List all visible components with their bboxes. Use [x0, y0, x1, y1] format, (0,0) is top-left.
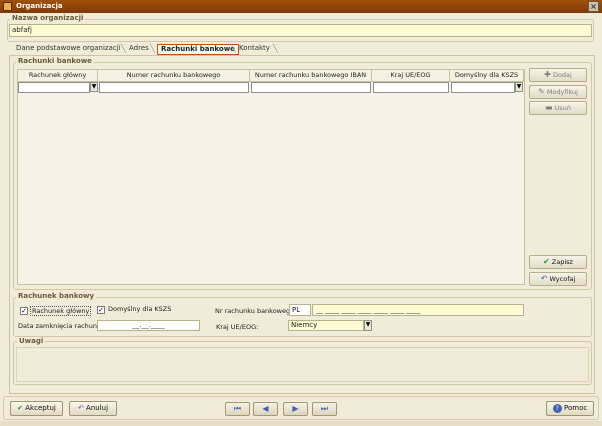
save-button[interactable]: ✔ Zapisz: [529, 255, 587, 269]
help-button[interactable]: ? Pomoc: [546, 401, 594, 416]
account-number-mask: __ ____ ____ ____ ____ ____ ____: [316, 306, 421, 314]
bank-accounts-group-title: Rachunki bankowe: [16, 57, 94, 65]
last-icon: ⏭: [320, 404, 329, 413]
modify-button[interactable]: ✎ Modyfikuj: [529, 85, 587, 99]
cell-account-number-editor[interactable]: [99, 82, 249, 93]
last-record-button[interactable]: ⏭: [312, 402, 337, 416]
pencil-icon: ✎: [538, 87, 545, 96]
chevron-down-icon[interactable]: ▼: [515, 82, 523, 92]
tab-basic-data[interactable]: Dane podstawowe organizacji: [16, 44, 121, 55]
column-header-account-number[interactable]: Numer rachunku bankowego: [98, 70, 250, 82]
bank-accounts-table[interactable]: [17, 69, 525, 285]
default-kszs-label[interactable]: Domyślny dla KSZS: [108, 305, 171, 313]
account-form-group: [13, 297, 592, 337]
cancel-button[interactable]: ↶ Anuluj: [69, 401, 117, 416]
tab-separator: ╲: [150, 44, 155, 53]
column-header-main-account[interactable]: Rachunek główny: [18, 70, 98, 82]
add-button-label: Dodaj: [552, 71, 572, 79]
undo-icon: ↶: [540, 274, 548, 283]
revert-button[interactable]: ↶ Wycofaj: [529, 272, 587, 286]
org-name-label: Nazwa organizacji: [10, 14, 86, 22]
tab-separator: ╲: [121, 44, 126, 53]
check-icon: ✔: [17, 404, 24, 412]
cell-default-kszs-editor[interactable]: [451, 82, 515, 93]
minus-icon: ▬: [544, 103, 553, 112]
app-icon: [3, 2, 12, 11]
tab-separator: ╲: [273, 44, 278, 53]
account-number-input[interactable]: __ ____ ____ ____ ____ ____ ____: [312, 304, 524, 316]
org-name-value: abfafj: [12, 26, 32, 34]
account-form-title: Rachunek bankowy: [16, 292, 97, 300]
previous-record-button[interactable]: ◀: [253, 402, 278, 416]
tab-address[interactable]: Adres: [129, 44, 149, 55]
close-date-label: Data zamknięcia rachunku:: [18, 322, 107, 330]
save-button-label: Zapisz: [551, 258, 573, 266]
plus-icon: ✚: [544, 70, 551, 79]
column-header-country[interactable]: Kraj UE/EOG: [372, 70, 450, 82]
country-label: Kraj UE/EOG:: [216, 323, 259, 331]
check-icon: ✔: [543, 257, 550, 266]
undo-icon: ↶: [77, 404, 84, 412]
help-icon: ?: [552, 404, 562, 413]
country-select[interactable]: Niemcy: [288, 320, 364, 331]
tab-bank-accounts[interactable]: Rachunki bankowe: [157, 44, 239, 55]
tab-contacts[interactable]: Kontakty: [239, 44, 270, 55]
first-icon: ⏮: [233, 404, 242, 413]
tab-separator: ╲: [231, 44, 236, 53]
revert-button-label: Wycofaj: [549, 275, 576, 283]
notes-title: Uwagi: [17, 337, 46, 345]
status-bar: [0, 421, 602, 426]
first-record-button[interactable]: ⏮: [225, 402, 250, 416]
cell-country-editor[interactable]: [373, 82, 449, 93]
accept-button-label: Akceptuj: [25, 404, 56, 412]
notes-textarea[interactable]: [16, 347, 589, 382]
help-button-label: Pomoc: [564, 404, 588, 412]
column-header-default-kszs[interactable]: Domyślny dla KSZS: [450, 70, 524, 82]
cell-main-account-editor[interactable]: [18, 82, 90, 93]
close-window-button[interactable]: ×: [588, 1, 599, 12]
cell-iban-editor[interactable]: [251, 82, 371, 93]
next-icon: ▶: [292, 404, 299, 413]
chevron-down-icon[interactable]: ▼: [90, 82, 98, 92]
column-header-iban[interactable]: Numer rachunku bankowego IBAN: [250, 70, 372, 82]
delete-button[interactable]: ▬ Usuń: [529, 101, 587, 115]
next-record-button[interactable]: ▶: [283, 402, 308, 416]
window-titlebar: Organizacja ×: [0, 0, 602, 13]
window-title: Organizacja: [16, 2, 63, 10]
cancel-button-label: Anuluj: [86, 404, 109, 412]
country-prefix-value: PL: [292, 306, 301, 314]
chevron-down-icon[interactable]: ▼: [364, 320, 372, 331]
close-date-mask: __.__.____: [132, 321, 165, 329]
main-account-label[interactable]: Rachunek główny: [30, 306, 92, 316]
main-account-checkbox[interactable]: ✓: [20, 307, 28, 315]
add-button[interactable]: ✚ Dodaj: [529, 68, 587, 82]
account-number-label: Nr rachunku bankowego:: [215, 307, 297, 315]
previous-icon: ◀: [262, 404, 269, 413]
delete-button-label: Usuń: [554, 104, 572, 112]
modify-button-label: Modyfikuj: [546, 88, 578, 96]
default-kszs-checkbox[interactable]: ✓: [97, 306, 105, 314]
country-prefix-input[interactable]: PL: [289, 304, 311, 316]
close-date-input[interactable]: __.__.____: [97, 320, 200, 331]
country-select-value: Niemcy: [291, 321, 318, 329]
accept-button[interactable]: ✔ Akceptuj: [10, 401, 63, 416]
org-name-input[interactable]: abfafj: [9, 24, 592, 37]
